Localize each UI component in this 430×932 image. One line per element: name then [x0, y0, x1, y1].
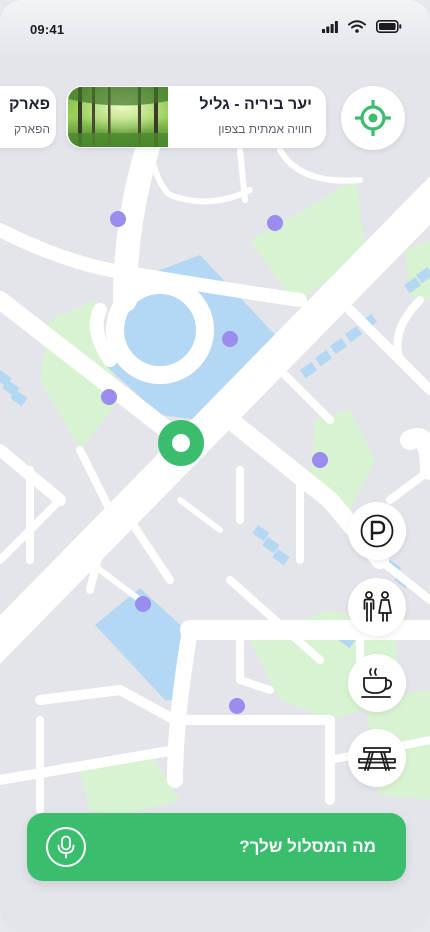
- route-search-bar[interactable]: מה המסלול שלך?: [27, 813, 406, 881]
- wifi-icon: [348, 20, 366, 33]
- status-time: 09:41: [30, 22, 65, 37]
- poi-marker: [267, 215, 283, 231]
- place-card-title: פארק: [8, 96, 50, 113]
- map-screen: 09:41 פארק הפארק יער ביריה - גליל חוויה …: [0, 0, 430, 932]
- place-card-subtitle: חוויה אמתית בצפון: [218, 122, 312, 136]
- coffee-icon: [361, 668, 393, 698]
- poi-marker: [222, 331, 238, 347]
- place-card-image: [68, 87, 168, 147]
- battery-icon: [376, 20, 402, 33]
- place-card-title: יער ביריה - גליל: [199, 96, 312, 113]
- crosshair-icon: [355, 100, 391, 136]
- place-card-subtitle: הפארק: [14, 122, 50, 136]
- restroom-icon: [363, 591, 392, 622]
- microphone-icon: [57, 835, 75, 859]
- parking-icon: [360, 514, 394, 548]
- status-icons: [322, 20, 402, 33]
- poi-marker: [229, 698, 245, 714]
- locate-me-button[interactable]: [341, 86, 405, 150]
- cellular-signal-icon: [322, 20, 338, 33]
- status-bar: 09:41: [0, 0, 430, 58]
- place-card-secondary[interactable]: פארק הפארק: [0, 86, 56, 148]
- poi-marker: [110, 211, 126, 227]
- poi-marker: [135, 596, 151, 612]
- route-search-label: מה המסלול שלך?: [239, 837, 376, 856]
- coffee-filter-button[interactable]: [348, 654, 406, 712]
- picnic-filter-button[interactable]: [348, 729, 406, 787]
- picnic-table-icon: [358, 747, 396, 771]
- place-card[interactable]: יער ביריה - גליל חוויה אמתית בצפון: [66, 86, 326, 148]
- restroom-filter-button[interactable]: [348, 578, 406, 636]
- parking-filter-button[interactable]: [348, 502, 406, 560]
- poi-marker: [101, 389, 117, 405]
- current-location-marker: [158, 420, 204, 466]
- microphone-button[interactable]: [46, 827, 86, 867]
- poi-marker: [312, 452, 328, 468]
